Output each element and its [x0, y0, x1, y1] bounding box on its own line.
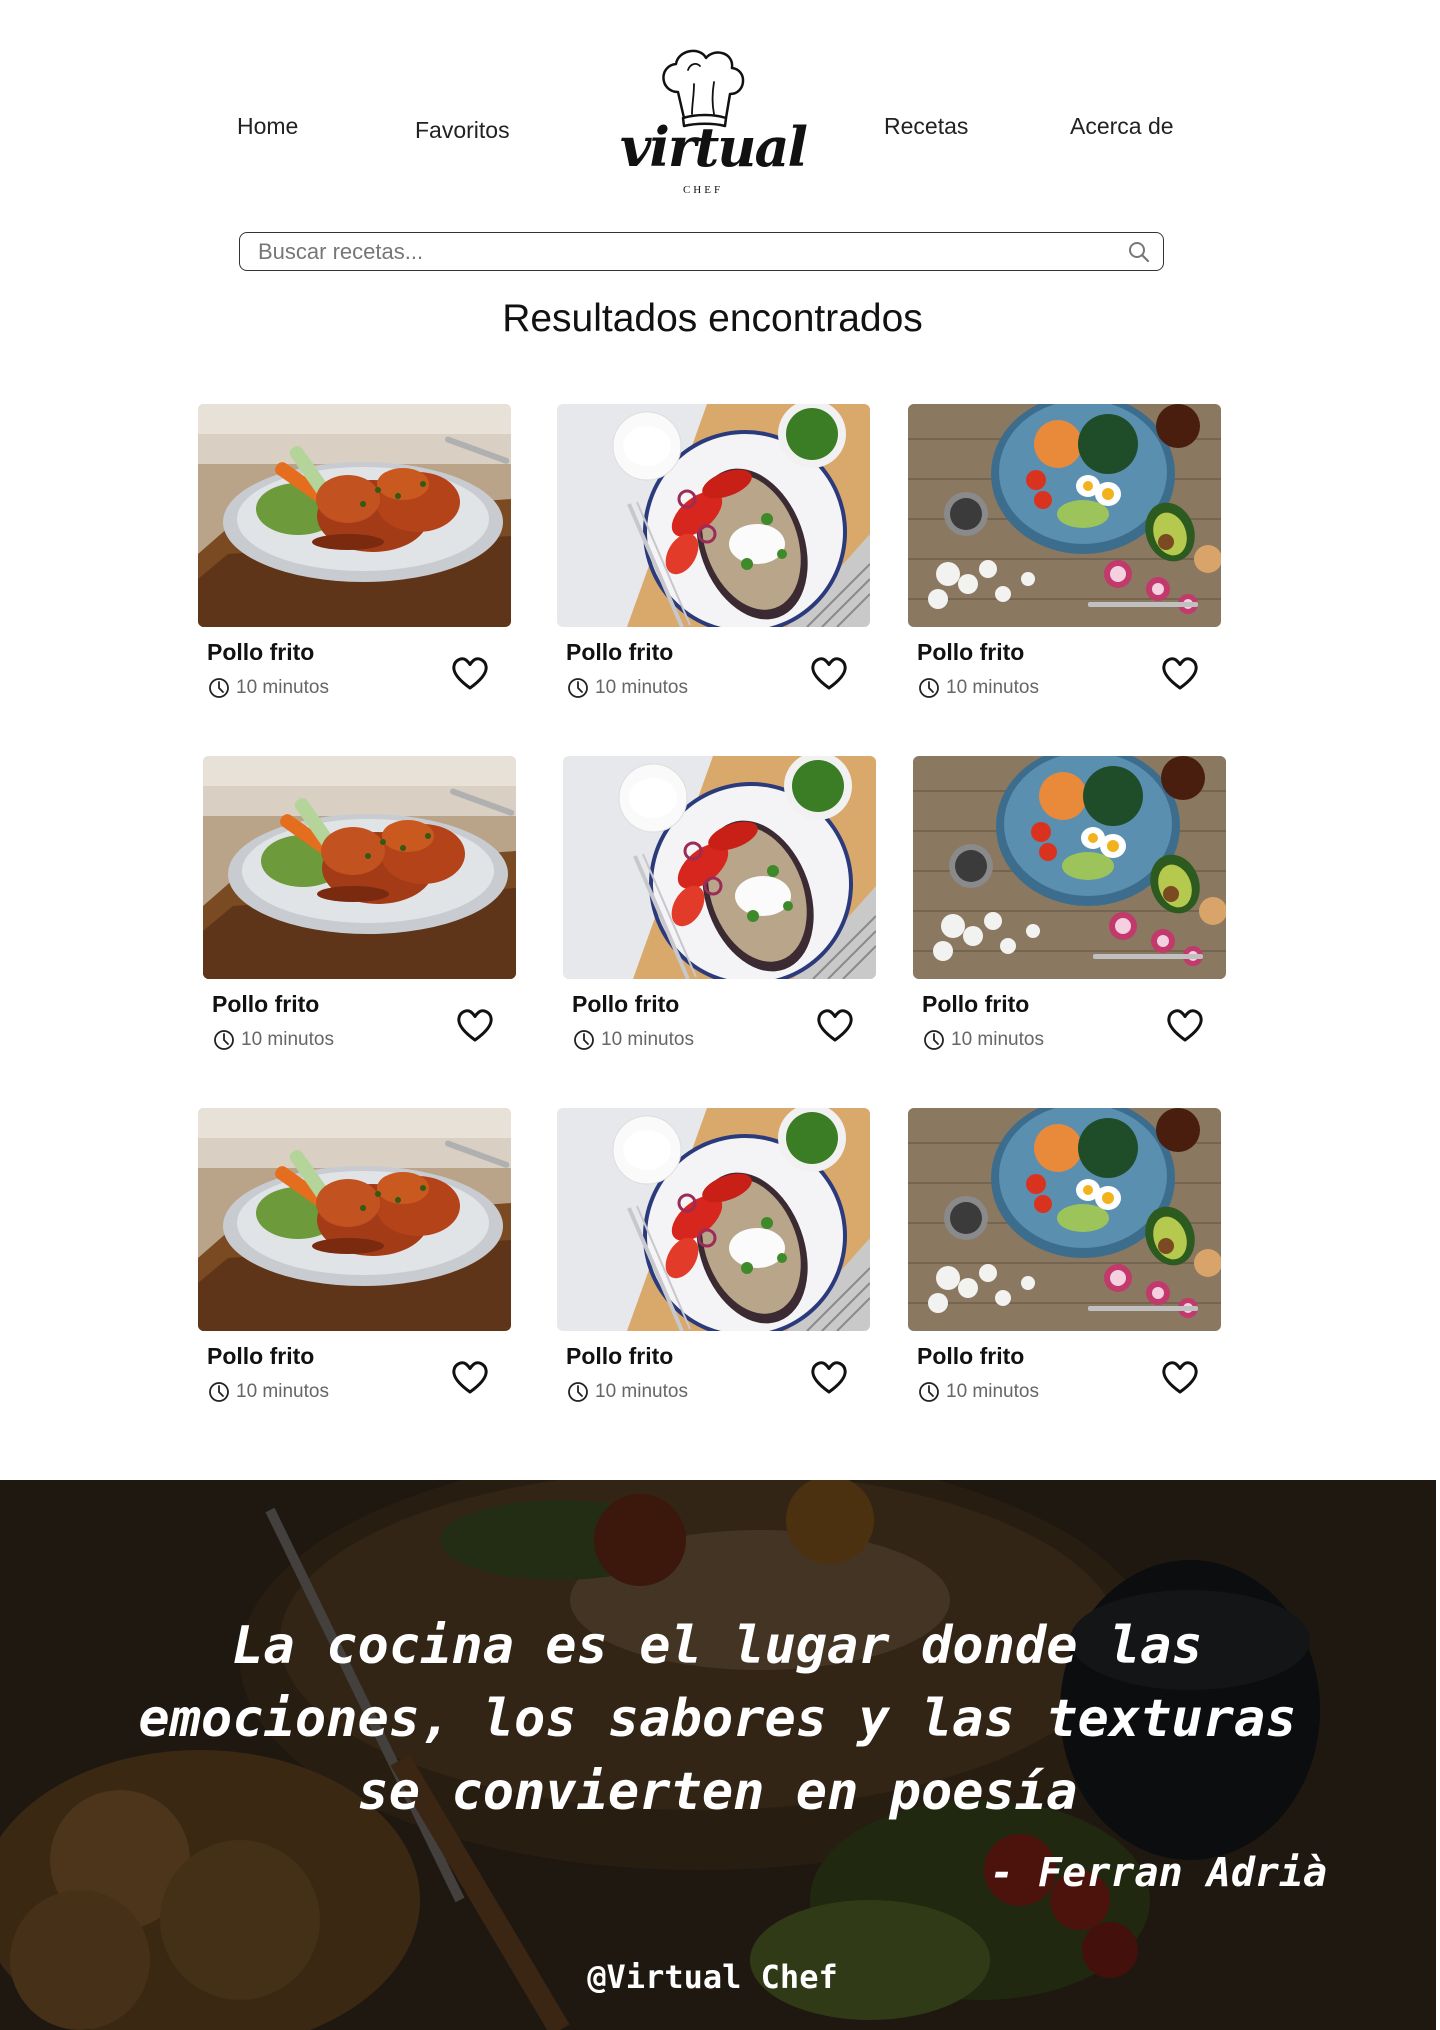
recipe-title[interactable]: Pollo frito [566, 639, 673, 666]
recipe-title[interactable]: Pollo frito [212, 991, 319, 1018]
clock-icon [924, 1030, 944, 1050]
recipe-title[interactable]: Pollo frito [922, 991, 1029, 1018]
recipe-image[interactable] [908, 1108, 1221, 1331]
recipe-time-label: 10 minutos [946, 677, 1039, 698]
nav-home[interactable]: Home [237, 113, 298, 140]
recipe-image[interactable] [557, 1108, 870, 1331]
clock-icon [209, 1382, 229, 1402]
recipe-time-label: 10 minutos [951, 1029, 1044, 1050]
recipe-title[interactable]: Pollo frito [572, 991, 679, 1018]
recipe-card[interactable]: Pollo frito 10 minutos [198, 404, 511, 714]
recipe-time: 10 minutos [208, 676, 329, 700]
quote-line-1: La cocina es el lugar donde las [232, 1616, 1203, 1676]
heart-icon[interactable] [811, 657, 847, 691]
recipe-card[interactable]: Pollo frito 10 minutos [563, 756, 876, 1066]
clock-icon [209, 678, 229, 698]
clock-icon [568, 1382, 588, 1402]
recipe-time: 10 minutos [923, 1028, 1044, 1052]
recipe-time-label: 10 minutos [595, 677, 688, 698]
recipe-time-label: 10 minutos [601, 1029, 694, 1050]
recipe-image[interactable] [557, 404, 870, 627]
heart-icon[interactable] [457, 1009, 493, 1043]
recipe-image[interactable] [198, 404, 511, 627]
recipe-title[interactable]: Pollo frito [917, 639, 1024, 666]
recipe-time: 10 minutos [213, 1028, 334, 1052]
quote: La cocina es el lugar donde las emocione… [40, 1610, 1395, 1829]
recipe-image[interactable] [908, 404, 1221, 627]
recipe-card[interactable]: Pollo frito 10 minutos [557, 1108, 870, 1418]
recipe-image[interactable] [913, 756, 1226, 979]
heart-icon[interactable] [1162, 1361, 1198, 1395]
clock-icon [568, 678, 588, 698]
logo-wordmark: virtual [620, 115, 808, 179]
recipe-card[interactable]: Pollo frito 10 minutos [908, 1108, 1221, 1418]
recipe-time: 10 minutos [567, 676, 688, 700]
nav-favorites[interactable]: Favoritos [415, 117, 510, 144]
clock-icon [919, 678, 939, 698]
recipe-image[interactable] [203, 756, 516, 979]
results-title: Resultados encontrados [502, 297, 923, 340]
nav-about[interactable]: Acerca de [1070, 113, 1174, 140]
logo[interactable]: virtual CHEF [620, 44, 808, 204]
heart-icon[interactable] [817, 1009, 853, 1043]
recipe-title[interactable]: Pollo frito [207, 1343, 314, 1370]
recipe-title[interactable]: Pollo frito [566, 1343, 673, 1370]
clock-icon [574, 1030, 594, 1050]
recipe-card[interactable]: Pollo frito 10 minutos [913, 756, 1226, 1066]
clock-icon [919, 1382, 939, 1402]
nav-recipes[interactable]: Recetas [884, 113, 968, 140]
recipe-time-label: 10 minutos [946, 1381, 1039, 1402]
footer-handle[interactable]: @Virtual Chef [0, 1958, 1425, 1996]
recipe-card[interactable]: Pollo frito 10 minutos [908, 404, 1221, 714]
recipe-image[interactable] [563, 756, 876, 979]
search-icon[interactable] [1127, 240, 1151, 264]
recipe-card[interactable]: Pollo frito 10 minutos [557, 404, 870, 714]
recipe-time-label: 10 minutos [236, 1381, 329, 1402]
recipe-time-label: 10 minutos [236, 677, 329, 698]
recipe-time: 10 minutos [567, 1380, 688, 1404]
quote-author: - Ferran Adrià [990, 1850, 1328, 1896]
heart-icon[interactable] [452, 1361, 488, 1395]
recipe-time: 10 minutos [208, 1380, 329, 1404]
heart-icon[interactable] [1167, 1009, 1203, 1043]
recipe-title[interactable]: Pollo frito [207, 639, 314, 666]
clock-icon [214, 1030, 234, 1050]
recipe-card[interactable]: Pollo frito 10 minutos [198, 1108, 511, 1418]
heart-icon[interactable] [452, 657, 488, 691]
search-bar [239, 232, 1164, 271]
recipe-time: 10 minutos [918, 1380, 1039, 1404]
heart-icon[interactable] [1162, 657, 1198, 691]
recipe-time-label: 10 minutos [241, 1029, 334, 1050]
quote-line-2: emociones, los sabores y las texturas [138, 1689, 1297, 1749]
heart-icon[interactable] [811, 1361, 847, 1395]
recipe-image[interactable] [198, 1108, 511, 1331]
recipe-card[interactable]: Pollo frito 10 minutos [203, 756, 516, 1066]
search-input[interactable] [258, 237, 1098, 266]
recipe-time: 10 minutos [573, 1028, 694, 1052]
recipe-time: 10 minutos [918, 676, 1039, 700]
quote-line-3: se convierten en poesía [357, 1762, 1078, 1822]
recipe-time-label: 10 minutos [595, 1381, 688, 1402]
recipe-title[interactable]: Pollo frito [917, 1343, 1024, 1370]
logo-subtitle: CHEF [682, 184, 724, 196]
